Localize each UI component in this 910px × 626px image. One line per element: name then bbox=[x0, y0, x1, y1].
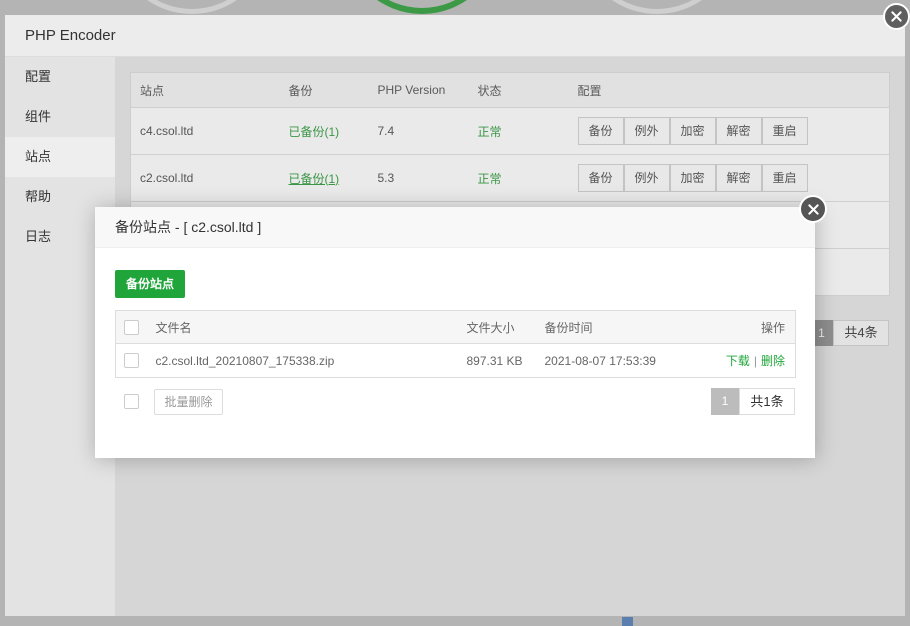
background-gauge bbox=[578, 0, 736, 14]
backup-size: 897.31 KB bbox=[456, 343, 535, 378]
backup-time: 2021-08-07 17:53:39 bbox=[534, 343, 675, 378]
page-current[interactable]: 1 bbox=[711, 388, 739, 415]
modal-title: 备份站点 - [ c2.csol.ltd ] bbox=[115, 219, 262, 235]
backup-count-link[interactable]: 已备份(1) bbox=[289, 125, 340, 139]
decrypt-button[interactable]: 解密 bbox=[715, 117, 762, 145]
column-header-actions: 操作 bbox=[674, 310, 796, 344]
php-version: 5.3 bbox=[368, 154, 469, 202]
column-header-filename: 文件名 bbox=[145, 310, 457, 344]
restart-button[interactable]: 重启 bbox=[761, 164, 808, 192]
backup-site-button[interactable]: 备份站点 bbox=[115, 270, 185, 298]
action-button-group: 备份 例外 加密 解密 重启 bbox=[577, 164, 890, 192]
row-checkbox[interactable] bbox=[124, 353, 139, 368]
site-name: c2.csol.ltd bbox=[130, 154, 280, 202]
backup-button[interactable]: 备份 bbox=[577, 164, 624, 192]
column-header-backup: 备份 bbox=[279, 72, 369, 108]
encrypt-button[interactable]: 加密 bbox=[669, 117, 716, 145]
background-gauge bbox=[113, 0, 271, 14]
action-separator: | bbox=[753, 354, 757, 368]
delete-link[interactable]: 删除 bbox=[761, 354, 785, 368]
site-name: c4.csol.ltd bbox=[130, 107, 280, 155]
status-badge: 正常 bbox=[477, 171, 502, 186]
download-link[interactable]: 下载 bbox=[726, 354, 750, 368]
action-button-group: 备份 例外 加密 解密 重启 bbox=[577, 117, 890, 145]
exception-button[interactable]: 例外 bbox=[623, 164, 670, 192]
table-header-row: 站点 备份 PHP Version 状态 配置 bbox=[130, 72, 890, 108]
batch-delete-button[interactable]: 批量删除 bbox=[154, 389, 223, 415]
backup-modal: 备份站点 - [ c2.csol.ltd ] 备份站点 文件名 文件大小 备份时… bbox=[95, 207, 815, 458]
window-close-button[interactable] bbox=[883, 3, 910, 30]
column-header-config: 配置 bbox=[568, 72, 890, 108]
background-decoration bbox=[622, 617, 633, 626]
sidebar-item-components[interactable]: 组件 bbox=[5, 97, 115, 137]
table-row: c4.csol.ltd 已备份(1) 7.4 正常 备份 例外 加密 解密 重启 bbox=[130, 107, 890, 155]
page-total: 共1条 bbox=[739, 388, 795, 415]
close-icon bbox=[807, 203, 819, 215]
window-title: PHP Encoder bbox=[25, 27, 116, 44]
restart-button[interactable]: 重启 bbox=[761, 117, 808, 145]
backup-button[interactable]: 备份 bbox=[577, 117, 624, 145]
page-total: 共4条 bbox=[833, 320, 889, 346]
modal-close-button[interactable] bbox=[799, 195, 827, 223]
batch-select-checkbox[interactable] bbox=[124, 394, 139, 409]
background-gauge-active bbox=[343, 0, 501, 14]
table-row: c2.csol.ltd 已备份(1) 5.3 正常 备份 例外 加密 解密 重启 bbox=[130, 154, 890, 202]
sidebar-item-config[interactable]: 配置 bbox=[5, 57, 115, 97]
exception-button[interactable]: 例外 bbox=[623, 117, 670, 145]
select-all-checkbox[interactable] bbox=[124, 319, 139, 335]
table-row: c2.csol.ltd_20210807_175338.zip 897.31 K… bbox=[115, 343, 796, 378]
decrypt-button[interactable]: 解密 bbox=[715, 164, 762, 192]
column-header-time: 备份时间 bbox=[534, 310, 675, 344]
pagination: 1 共1条 bbox=[711, 388, 795, 415]
encrypt-button[interactable]: 加密 bbox=[669, 164, 716, 192]
column-header-site: 站点 bbox=[130, 72, 280, 108]
window-title-bar: PHP Encoder bbox=[5, 15, 905, 57]
sidebar-item-sites[interactable]: 站点 bbox=[5, 137, 115, 177]
table-header-row: 文件名 文件大小 备份时间 操作 bbox=[115, 310, 796, 344]
close-icon bbox=[891, 11, 902, 22]
backup-filename: c2.csol.ltd_20210807_175338.zip bbox=[145, 343, 457, 378]
status-badge: 正常 bbox=[477, 124, 502, 139]
pagination: 1 共4条 bbox=[810, 320, 889, 346]
backup-files-table: 文件名 文件大小 备份时间 操作 c2.csol.ltd_20210807_17… bbox=[115, 310, 796, 378]
backup-count-link[interactable]: 已备份(1) bbox=[289, 172, 340, 186]
column-header-php-version: PHP Version bbox=[368, 72, 469, 108]
php-version: 7.4 bbox=[368, 107, 469, 155]
modal-header: 备份站点 - [ c2.csol.ltd ] bbox=[95, 207, 815, 248]
column-header-status: 状态 bbox=[468, 72, 569, 108]
column-header-size: 文件大小 bbox=[456, 310, 535, 344]
